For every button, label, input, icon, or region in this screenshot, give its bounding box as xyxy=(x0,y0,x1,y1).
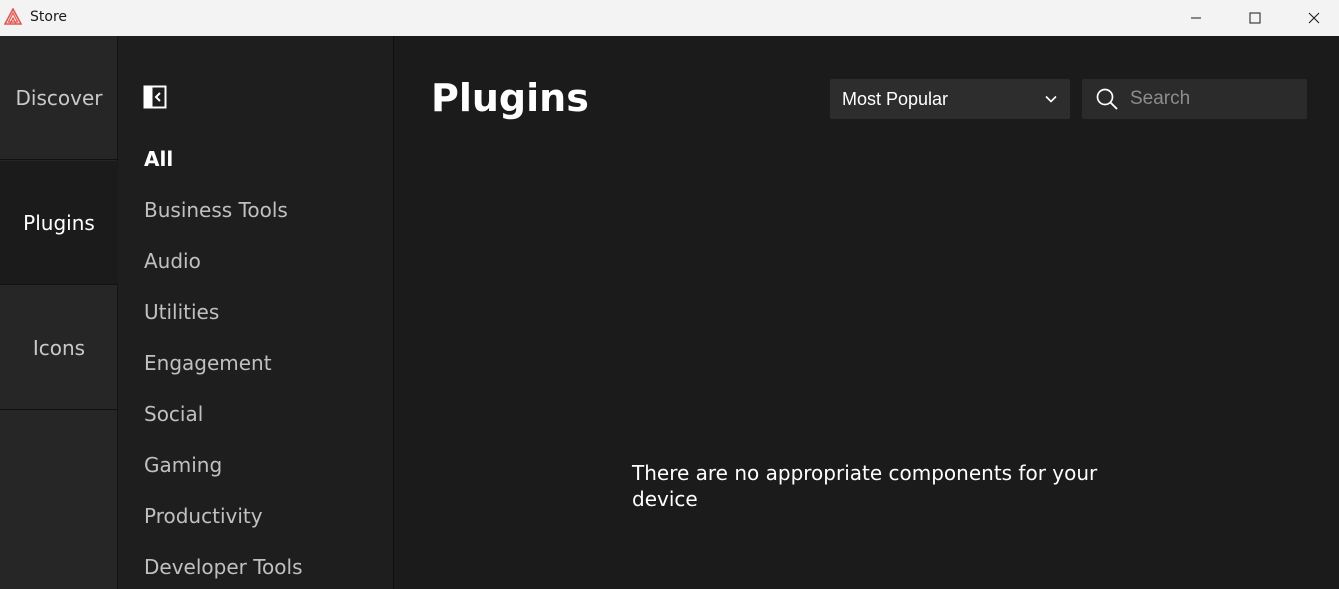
category-engagement[interactable]: Engagement xyxy=(144,351,272,375)
maximize-icon xyxy=(1249,12,1261,24)
minimize-button[interactable] xyxy=(1167,0,1225,36)
page-title: Plugins xyxy=(431,76,589,120)
category-panel: All Business Tools Audio Utilities Engag… xyxy=(118,36,394,589)
chevron-down-icon xyxy=(1045,95,1057,103)
nav-item-icons[interactable]: Icons xyxy=(0,286,118,410)
sort-dropdown[interactable]: Most Popular xyxy=(830,79,1070,119)
nav-item-label: Plugins xyxy=(23,210,95,235)
search-box[interactable] xyxy=(1082,79,1307,119)
search-icon xyxy=(1096,88,1118,110)
sort-selected-value: Most Popular xyxy=(842,88,949,109)
category-audio[interactable]: Audio xyxy=(144,249,201,273)
collapse-panel-icon xyxy=(143,85,167,109)
category-all[interactable]: All xyxy=(144,147,173,171)
main-content: Plugins Most Popular There are no approp… xyxy=(394,36,1339,589)
maximize-button[interactable] xyxy=(1226,0,1284,36)
close-button[interactable] xyxy=(1285,0,1339,36)
nav-rail: Discover Plugins Icons xyxy=(0,36,118,589)
category-gaming[interactable]: Gaming xyxy=(144,453,222,477)
close-icon xyxy=(1308,12,1320,24)
empty-state-message: There are no appropriate components for … xyxy=(632,461,1098,511)
window-title: Store xyxy=(30,9,68,25)
category-social[interactable]: Social xyxy=(144,402,203,426)
app-logo-icon xyxy=(3,7,23,26)
nav-item-label: Discover xyxy=(15,85,103,110)
category-developer-tools[interactable]: Developer Tools xyxy=(144,555,303,579)
collapse-panel-button[interactable] xyxy=(143,85,167,109)
category-business-tools[interactable]: Business Tools xyxy=(144,198,288,222)
title-bar: Store xyxy=(0,0,1339,36)
search-input[interactable] xyxy=(1130,79,1300,119)
nav-item-discover[interactable]: Discover xyxy=(0,36,118,160)
category-utilities[interactable]: Utilities xyxy=(144,300,219,324)
nav-item-plugins[interactable]: Plugins xyxy=(0,161,118,285)
minimize-icon xyxy=(1191,17,1201,19)
nav-item-label: Icons xyxy=(32,335,86,360)
category-productivity[interactable]: Productivity xyxy=(144,504,263,528)
